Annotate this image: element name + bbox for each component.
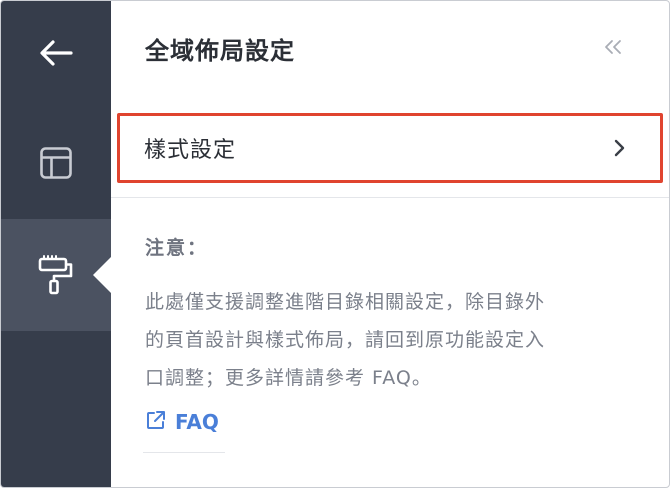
style-settings-row[interactable]: 樣式設定 — [117, 113, 663, 183]
note-title: 注意： — [145, 237, 209, 259]
faq-link-label: FAQ — [175, 410, 219, 434]
global-layout-settings-window: 全域佈局設定 樣式設定 注意： 此處僅支援調整進階目錄相關設定，除目錄外 的頁首 — [0, 0, 670, 488]
arrow-left-icon — [39, 40, 73, 66]
note-line: 此處僅支援調整進階目錄相關設定，除目錄外 — [145, 291, 546, 313]
faq-link[interactable]: FAQ — [145, 409, 219, 435]
chevron-right-icon — [614, 139, 626, 161]
layout-icon — [39, 146, 73, 180]
layout-button[interactable] — [1, 107, 111, 219]
note-body: 此處僅支援調整進階目錄相關設定，除目錄外 的頁首設計與樣式佈局，請回到原功能設定… — [145, 283, 635, 397]
external-link-icon — [145, 409, 167, 435]
section-divider — [111, 197, 669, 198]
style-settings-label: 樣式設定 — [144, 138, 237, 163]
faq-underline — [143, 452, 225, 453]
active-pointer — [93, 257, 111, 293]
page-title: 全域佈局設定 — [145, 37, 295, 65]
note-line: 的頁首設計與樣式佈局，請回到原功能設定入 — [145, 329, 546, 351]
double-chevron-left-icon — [604, 39, 622, 59]
note-line: 口調整；更多詳情請參考 FAQ。 — [145, 367, 432, 389]
collapse-panel-button[interactable] — [599, 35, 627, 63]
settings-panel: 全域佈局設定 樣式設定 注意： 此處僅支援調整進階目錄相關設定，除目錄外 的頁首 — [111, 1, 669, 487]
back-button[interactable] — [1, 1, 111, 105]
sidebar-rail — [1, 1, 111, 487]
panel-header: 全域佈局設定 — [111, 1, 669, 105]
paint-roller-icon — [38, 255, 74, 295]
